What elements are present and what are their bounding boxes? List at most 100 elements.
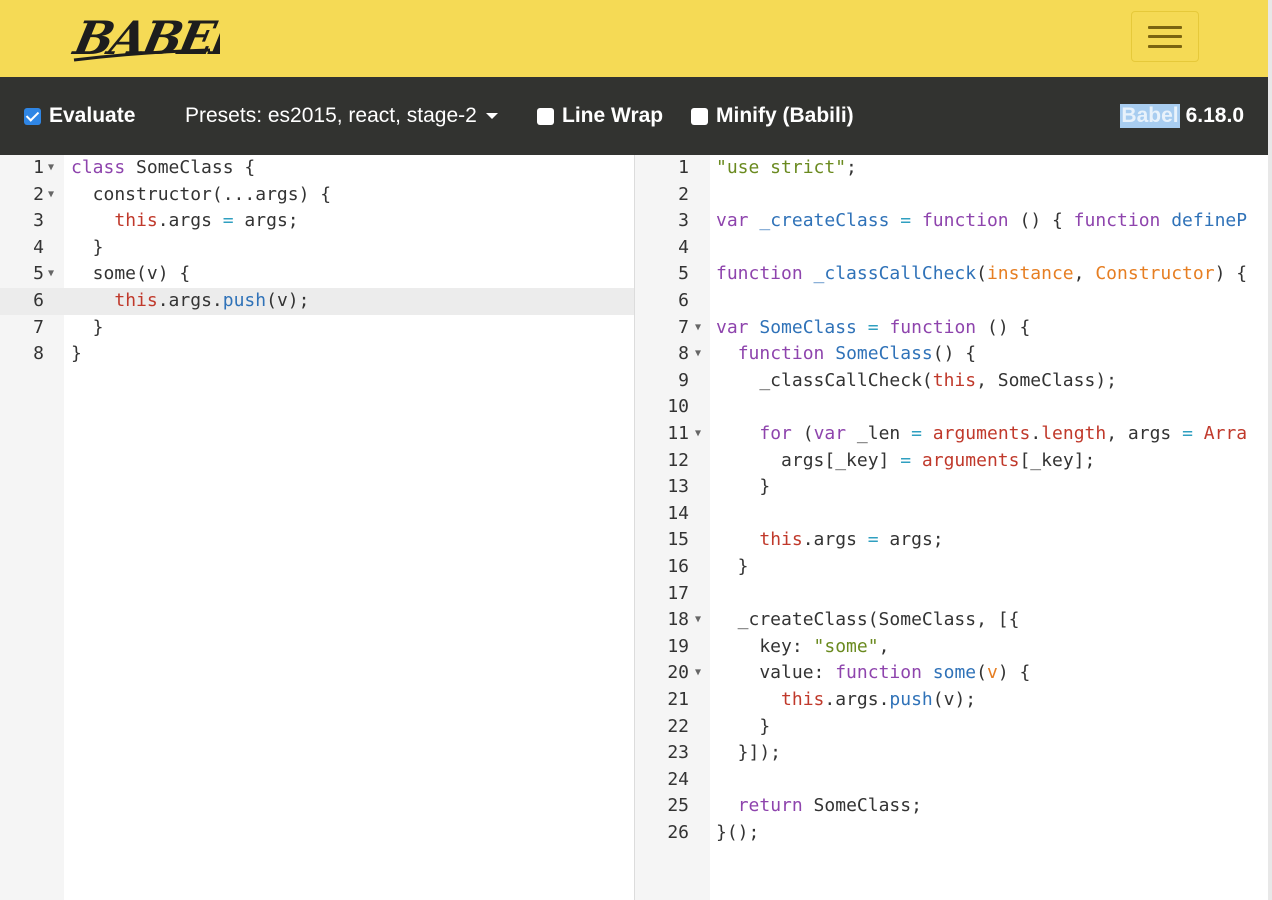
fold-arrow-icon[interactable]: ▼ (695, 315, 701, 342)
line-number: 24 (667, 768, 689, 790)
fold-arrow-icon[interactable]: ▼ (48, 155, 54, 182)
code-line[interactable]: 19 key: "some", (635, 634, 1268, 661)
fold-arrow-icon[interactable]: ▼ (48, 182, 54, 209)
code-text: _createClass(SomeClass, [{ (716, 609, 1020, 631)
line-number: 5 (33, 263, 44, 285)
code-line[interactable]: 4 } (0, 235, 634, 262)
code-text: }]); (716, 742, 782, 764)
code-line[interactable]: 24 (635, 767, 1268, 794)
presets-label: Presets: es2015, react, stage-2 (185, 104, 477, 127)
code-line[interactable]: 18 ▼ _createClass(SomeClass, [{ (635, 607, 1268, 634)
code-line[interactable]: 8 ▼ function SomeClass() { (635, 341, 1268, 368)
code-line[interactable]: 16 } (635, 554, 1268, 581)
fold-arrow-icon[interactable]: ▼ (695, 607, 701, 634)
line-number: 18 (667, 609, 689, 631)
line-number: 12 (667, 449, 689, 471)
code-text: } (716, 556, 749, 577)
line-number: 2 (678, 183, 689, 205)
code-line[interactable]: 13 } (635, 474, 1268, 501)
line-number: 2 (33, 183, 44, 205)
line-number: 7 (33, 316, 44, 338)
code-text: _classCallCheck(this, SomeClass); (716, 369, 1117, 391)
line-number: 16 (667, 556, 689, 577)
hamburger-menu-button[interactable] (1131, 11, 1199, 62)
line-number: 4 (33, 236, 44, 258)
babel-logo[interactable]: BABEL (70, 6, 220, 66)
code-line[interactable]: 1 ▼ class SomeClass { (0, 155, 634, 182)
code-line[interactable]: 10 (635, 394, 1268, 421)
code-line[interactable]: 3 this.args = args; (0, 208, 634, 235)
code-line[interactable]: 9 _classCallCheck(this, SomeClass); (635, 368, 1268, 395)
code-line[interactable]: 12 args[_key] = arguments[_key]; (635, 448, 1268, 475)
fold-arrow-icon[interactable]: ▼ (695, 421, 701, 448)
line-number: 23 (667, 742, 689, 764)
evaluate-checkbox[interactable] (24, 107, 41, 125)
line-number: 22 (667, 715, 689, 737)
line-wrap-label: Line Wrap (562, 104, 664, 127)
minify-checkbox[interactable] (691, 107, 708, 125)
code-line[interactable]: 6 this.args.push(v); (0, 288, 634, 315)
evaluate-toggle[interactable]: Evaluate (24, 77, 135, 155)
version-number: 6.18.0 (1185, 104, 1244, 127)
code-text: } (71, 343, 82, 365)
fold-arrow-icon[interactable]: ▼ (695, 341, 701, 368)
fold-arrow-icon[interactable]: ▼ (695, 660, 701, 687)
minify-label: Minify (Babili) (716, 104, 854, 127)
code-line[interactable]: 25 return SomeClass; (635, 793, 1268, 820)
line-number: 8 (33, 343, 44, 365)
code-text: } (71, 236, 104, 258)
menu-icon-bar (1148, 45, 1182, 48)
line-number: 17 (667, 582, 689, 604)
code-text: this.args = args; (759, 529, 944, 551)
code-line[interactable]: 5 ▼ some(v) { (0, 261, 634, 288)
code-line[interactable]: 20 ▼ value: function some(v) { (635, 660, 1268, 687)
code-line[interactable]: 2 ▼ constructor(...args) { (0, 182, 634, 209)
code-line[interactable]: 2 (635, 182, 1268, 209)
line-number: 9 (678, 369, 689, 391)
line-number: 15 (667, 529, 689, 551)
code-line[interactable]: 7 ▼ var SomeClass = function () { (635, 315, 1268, 342)
fold-arrow-icon[interactable]: ▼ (48, 261, 54, 288)
menu-icon-bar (1148, 35, 1182, 38)
line-number: 3 (678, 210, 689, 232)
line-number: 4 (678, 236, 689, 258)
code-line[interactable]: 23 }]); (635, 740, 1268, 767)
code-line[interactable]: 14 (635, 501, 1268, 528)
code-text: value: function some(v) { (716, 662, 1031, 684)
input-editor[interactable]: 1 ▼ class SomeClass {2 ▼ constructor(...arg… (0, 155, 635, 900)
code-line[interactable]: 1 "use strict"; (635, 155, 1268, 182)
line-wrap-checkbox[interactable] (537, 107, 554, 125)
code-text: "use strict"; (716, 157, 857, 178)
code-text: }(); (716, 822, 760, 843)
code-line[interactable]: 11 ▼ for (var _len = arguments.length, ar… (635, 421, 1268, 448)
line-number: 13 (667, 476, 689, 498)
line-number: 10 (667, 396, 689, 418)
code-line[interactable]: 5 function _classCallCheck(instance, Cons… (635, 261, 1268, 288)
line-wrap-toggle[interactable]: Line Wrap (537, 77, 663, 155)
code-text: for (var _len = arguments.length, args =… (759, 423, 1248, 444)
presets-dropdown[interactable]: Presets: es2015, react, stage-2 (185, 77, 498, 155)
code-line[interactable]: 17 (635, 581, 1268, 608)
code-line[interactable]: 26}(); (635, 820, 1268, 847)
line-number: 14 (667, 502, 689, 524)
output-editor[interactable]: 1 "use strict"; 2 3 var _createClass = funct… (635, 155, 1268, 900)
code-line[interactable]: 6 (635, 288, 1268, 315)
code-text: some(v) { (71, 263, 191, 285)
code-text: constructor(...args) { (71, 183, 332, 205)
code-line[interactable]: 4 (635, 235, 1268, 262)
line-number: 7 (678, 316, 689, 338)
line-number: 8 (678, 343, 689, 365)
minify-toggle[interactable]: Minify (Babili) (691, 77, 854, 155)
code-line[interactable]: 7 } (0, 315, 634, 342)
code-line[interactable]: 21 this.args.push(v); (635, 687, 1268, 714)
line-number: 3 (33, 210, 44, 232)
code-text: args[_key] = arguments[_key]; (716, 449, 1096, 471)
options-bar: Evaluate Presets: es2015, react, stage-2… (0, 77, 1268, 155)
code-text: var SomeClass = function () { (716, 316, 1031, 338)
code-line[interactable]: 15 this.args = args; (635, 527, 1268, 554)
code-line[interactable]: 8} (0, 341, 634, 368)
code-line[interactable]: 22 } (635, 714, 1268, 741)
page-scrollbar[interactable] (1268, 0, 1272, 900)
code-line[interactable]: 3 var _createClass = function () { functi… (635, 208, 1268, 235)
line-number: 19 (667, 635, 689, 657)
